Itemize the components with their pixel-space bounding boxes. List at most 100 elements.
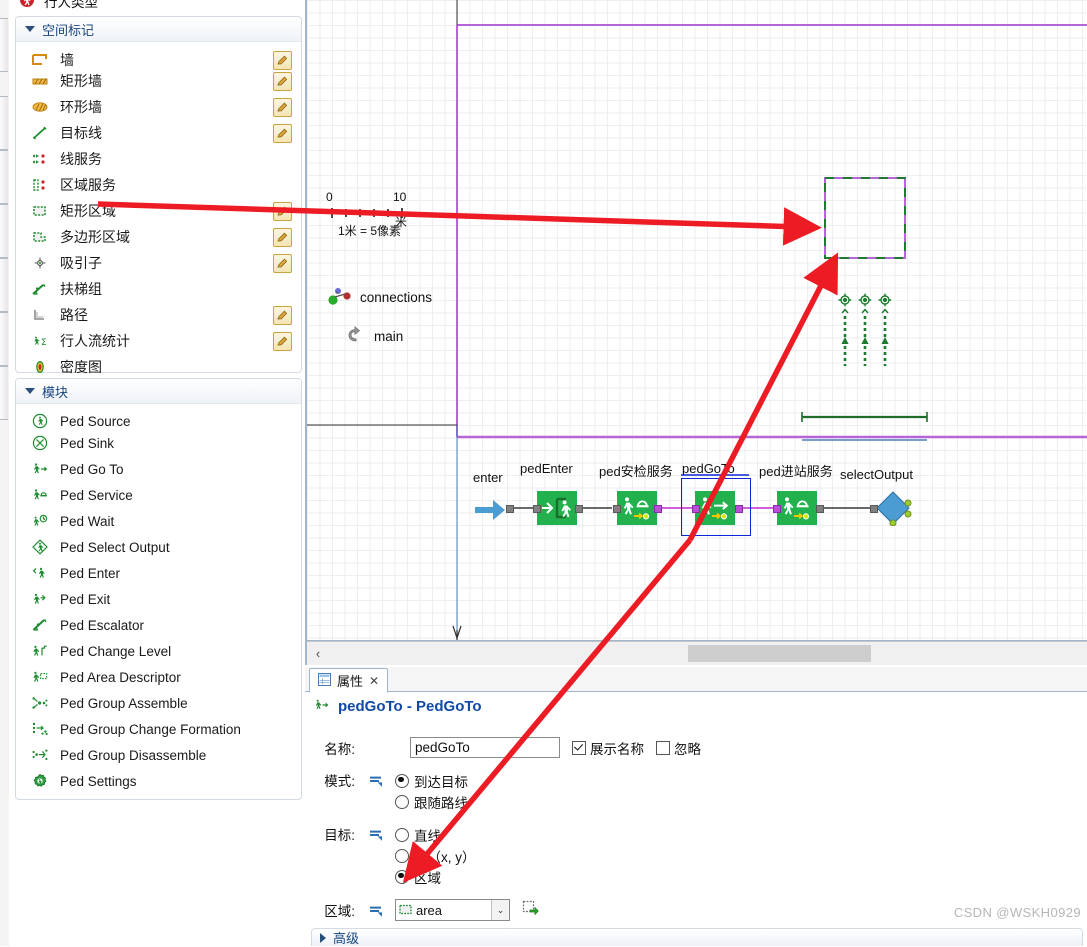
flow-port[interactable] [735,505,743,513]
ped-enter-icon [30,564,50,582]
palette-item-ped-flow-statistics[interactable]: Σ 行人流统计 [16,328,301,354]
mode-option-follow-route[interactable]: 跟随路线 [395,791,468,812]
show-name-checkbox[interactable]: 展示名称 [572,738,644,758]
flow-node-pedGoTo[interactable] [695,491,735,525]
view-tab-button[interactable] [0,150,8,204]
palette-item-ped-exit[interactable]: Ped Exit [16,586,301,612]
canvas-horizontal-scrollbar[interactable]: ‹ [307,641,1087,665]
palette-group-header[interactable]: 空间标记 [16,17,301,42]
scroll-left-icon[interactable]: ‹ [311,646,325,661]
palette-group-modules: 模块 Ped Source Ped Sink Ped Go To Ped Ser [15,378,302,800]
target-option-line[interactable]: 直线 [395,824,476,845]
view-tab-button[interactable] [0,18,8,72]
rectangular-area-shape[interactable] [822,175,908,261]
palette-item-ped-go-to[interactable]: Ped Go To [16,456,301,482]
checkbox-box[interactable] [656,740,670,755]
target-option-point[interactable]: 点（x, y） [395,845,476,866]
checkbox-box[interactable] [572,740,586,755]
palette-item-ped-change-level[interactable]: Ped Change Level [16,638,301,664]
palette-item-attractor[interactable]: 吸引子 [16,250,301,276]
palette-item-label: Ped Change Level [60,643,172,659]
palette-item-circular-wall[interactable]: 环形墙 [16,94,301,120]
name-input[interactable] [410,737,560,758]
view-tab-button[interactable] [0,312,8,366]
palette-item-polygonal-area[interactable]: 多边形区域 [16,224,301,250]
edit-pencil-icon[interactable] [273,332,292,351]
flow-node-pedService-1[interactable] [617,491,657,525]
tab-properties[interactable]: 属性 ✕ [309,668,389,693]
view-tab-button[interactable] [0,366,8,420]
palette-item-ped-group-change-formation[interactable]: Ped Group Change Formation [16,716,301,742]
palette-group-header[interactable]: 模块 [16,379,301,404]
flow-port[interactable] [654,505,662,513]
edit-pencil-icon[interactable] [273,306,292,325]
palette-item-pathway[interactable]: 路径 [16,302,301,328]
edit-pencil-icon[interactable] [273,254,292,273]
flow-port[interactable] [506,505,514,513]
level-boundary [307,0,1087,640]
canvas-object-connections[interactable]: connections [327,285,432,310]
view-tab-button[interactable] [0,204,8,258]
palette-item-ped-wait[interactable]: Ped Wait [16,508,301,534]
palette-item-target-line[interactable]: 目标线 [16,120,301,146]
edit-pencil-icon[interactable] [273,124,292,143]
area-select[interactable]: area ⌄ [395,899,510,921]
ignore-checkbox[interactable]: 忽略 [656,738,701,758]
target-option-area[interactable]: 区域 [395,866,476,887]
canvas-object-main[interactable]: main [345,325,403,348]
navigate-to-area-icon[interactable] [522,900,539,920]
flow-port[interactable] [533,505,541,513]
palette-scroll-area[interactable]: 行人类型 空间标记 墙 矩形墙 环形墙 目标线 线服务 区域服务 矩形区域 多边… [9,0,304,946]
scrollbar-thumb[interactable] [688,645,871,662]
flow-port[interactable] [870,505,878,513]
dynamic-value-icon[interactable] [367,827,385,845]
edit-pencil-icon[interactable] [273,72,292,91]
palette-item-ped-settings[interactable]: Ped Settings [16,768,301,794]
dynamic-value-icon[interactable] [367,773,385,791]
palette-item-ped-enter[interactable]: Ped Enter [16,560,301,586]
flow-port[interactable] [773,505,781,513]
edit-pencil-icon[interactable] [273,228,292,247]
view-tab-button[interactable] [0,258,8,312]
palette-item-density-map[interactable]: 密度图 [16,354,301,380]
palette-item-rectangular-area[interactable]: 矩形区域 [16,198,301,224]
flow-port[interactable] [816,505,824,513]
chevron-down-icon[interactable]: ⌄ [491,900,509,920]
palette-item-ped-select-output[interactable]: Ped Select Output [16,534,301,560]
palette-group-title: 模块 [42,384,69,400]
ped-group-disassemble-icon [30,746,50,764]
palette-item-line-service[interactable]: 线服务 [16,146,301,172]
flow-port[interactable] [692,505,700,513]
radio-dot[interactable] [395,848,409,863]
palette-item-escalator-group[interactable]: 扶梯组 [16,276,301,302]
radio-dot[interactable] [395,794,409,809]
ped-service-icon [30,486,50,504]
radio-dot[interactable] [395,827,409,842]
palette-item-ped-area-descriptor[interactable]: Ped Area Descriptor [16,664,301,690]
palette-item-area-service[interactable]: 区域服务 [16,172,301,198]
model-canvas[interactable]: 0 10 米 1米 = 5像素 connections main enter p… [307,0,1087,640]
edit-pencil-icon[interactable] [273,98,292,117]
radio-dot[interactable] [395,773,409,788]
dynamic-value-icon[interactable] [367,903,385,921]
palette-item-ped-group-assemble[interactable]: Ped Group Assemble [16,690,301,716]
palette-item-ped-sink[interactable]: Ped Sink [16,430,301,456]
flow-port[interactable] [613,505,621,513]
line-service-icon [30,150,50,168]
flow-node-pedEnter[interactable] [537,491,577,525]
palette-item-rectangular-wall[interactable]: 矩形墙 [16,68,301,94]
palette-item-ped-service[interactable]: Ped Service [16,482,301,508]
close-icon[interactable]: ✕ [369,674,379,688]
edit-pencil-icon[interactable] [273,202,292,221]
palette-item-ped-escalator[interactable]: Ped Escalator [16,612,301,638]
flow-port[interactable] [575,505,583,513]
view-tab-button[interactable] [0,96,8,150]
flow-node-pedService-2[interactable] [777,491,817,525]
flow-node-selectOutput[interactable] [873,490,913,526]
ped-exit-icon [30,590,50,608]
mode-option-label: 到达目标 [414,774,468,790]
palette-item-ped-group-disassemble[interactable]: Ped Group Disassemble [16,742,301,768]
advanced-section-header[interactable]: 高级 [311,928,1083,946]
radio-dot[interactable] [395,869,409,884]
mode-option-reach-target[interactable]: 到达目标 [395,770,468,791]
